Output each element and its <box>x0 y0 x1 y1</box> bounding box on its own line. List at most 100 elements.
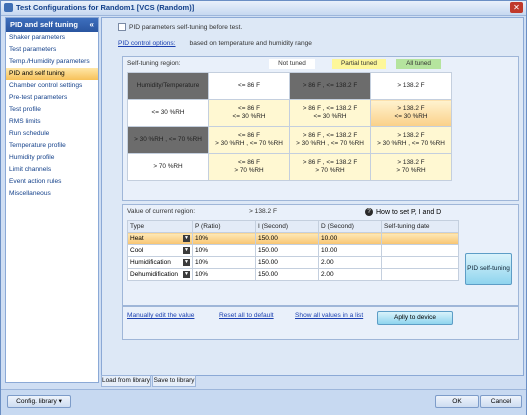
grid-cell[interactable]: <= 86 F <= 30 %RH <box>208 99 290 127</box>
date-cell <box>381 232 459 245</box>
sidebar-item-rms-limits[interactable]: RMS limits <box>6 116 98 128</box>
pid-control-options-link[interactable]: PID control options: <box>118 40 176 47</box>
grid-cell[interactable]: <= 86 F > 70 %RH <box>208 153 290 181</box>
chevron-down-icon: ▾ <box>58 398 62 405</box>
grid-cell-text: > 138.2 F <= 30 %RH <box>394 105 428 120</box>
grid-cell-text: > 86 F , <= 138.2 F > 30 %RH , <= 70 %RH <box>296 132 364 147</box>
grid-row-header: > 30 %RH , <= 70 %RH <box>127 126 209 154</box>
config-library-button[interactable]: Config. library ▾ <box>7 395 71 408</box>
pid-control-options-desc: based on temperature and humidity range <box>189 40 312 47</box>
table-row[interactable]: Dehumidification ▼ 10% 150.00 2.00 <box>127 268 459 281</box>
grid-cell-text: > 86 F , <= 138.2 F <= 30 %RH <box>302 105 358 120</box>
type-cell[interactable]: Humidification ▼ <box>127 256 193 269</box>
apply-to-device-button[interactable]: Aplly to device <box>377 311 453 325</box>
sidebar-item-chamber-control-settings[interactable]: Chamber control settings <box>6 80 98 92</box>
config-library-label: Config. library <box>16 398 57 405</box>
sidebar-item-miscellaneous[interactable]: Miscellaneous <box>6 188 98 200</box>
p-cell[interactable]: 10% <box>192 244 256 257</box>
how-to-set-pid-link[interactable]: ? How to set P, I and D <box>365 208 441 216</box>
legend-all-tuned: All tuned <box>396 59 441 69</box>
self-tuning-checkbox[interactable] <box>118 23 126 31</box>
grid-cell-selected[interactable]: > 138.2 F <= 30 %RH <box>370 99 452 127</box>
manual-edit-link[interactable]: Manually edit the value <box>127 312 194 319</box>
main-panel: PID parameters self-tuning before test. … <box>101 17 524 376</box>
type-cell[interactable]: Cool ▼ <box>127 244 193 257</box>
grid-col-header: <= 86 F <box>208 72 290 100</box>
load-from-library-button[interactable]: Load from library <box>101 375 151 387</box>
save-to-library-button[interactable]: Save to library <box>152 375 196 387</box>
d-cell[interactable]: 2.00 <box>318 268 382 281</box>
type-cell[interactable]: Dehumidification ▼ <box>127 268 193 281</box>
sidebar-item-run-schedule[interactable]: Run schedule <box>6 128 98 140</box>
date-cell <box>381 268 459 281</box>
sidebar-item-temp-humidity-parameters[interactable]: Temp./Humidity parameters <box>6 56 98 68</box>
self-tuning-checkbox-label: PID parameters self-tuning before test. <box>129 23 243 31</box>
region-grid: Humidity/Temperature <= 86 F > 86 F , <=… <box>127 72 452 181</box>
pid-control-options: PID control options: based on temperature… <box>118 40 312 47</box>
date-cell <box>381 256 459 269</box>
sidebar-item-pre-test-parameters[interactable]: Pre-test parameters <box>6 92 98 104</box>
grid-cell[interactable]: > 138.2 F > 70 %RH <box>370 153 452 181</box>
col-header-d: D (Second) <box>318 220 382 233</box>
current-region-panel: Value of current region: > 138.2 F ? How … <box>122 204 519 306</box>
sidebar-header-label: PID and self tuning <box>10 20 78 29</box>
dropdown-arrow-icon[interactable]: ▼ <box>183 235 190 242</box>
d-cell[interactable]: 10.00 <box>318 244 382 257</box>
i-cell[interactable]: 150.00 <box>255 268 319 281</box>
i-cell[interactable]: 150.00 <box>255 256 319 269</box>
sidebar-item-humidity-profile[interactable]: Humidity profile <box>6 152 98 164</box>
reset-default-link[interactable]: Reset all to default <box>219 312 274 319</box>
sidebar-item-temperature-profile[interactable]: Temperature profile <box>6 140 98 152</box>
grid-cell[interactable]: > 86 F , <= 138.2 F > 30 %RH , <= 70 %RH <box>289 126 371 154</box>
col-header-i: I (Second) <box>255 220 319 233</box>
sidebar-item-event-action-rules[interactable]: Event action rules <box>6 176 98 188</box>
i-cell[interactable]: 150.00 <box>255 232 319 245</box>
type-value: Cool <box>130 247 144 254</box>
collapse-icon[interactable]: « <box>90 18 94 32</box>
p-cell[interactable]: 10% <box>192 268 256 281</box>
grid-cell-text: > 86 F , <= 138.2 F > 70 %RH <box>302 159 358 174</box>
sidebar-item-test-profile[interactable]: Test profile <box>6 104 98 116</box>
col-header-date: Self-tuning date <box>381 220 459 233</box>
how-to-set-pid-label: How to set P, I and D <box>376 208 442 216</box>
sidebar: PID and self tuning « Shaker parameters … <box>5 17 99 383</box>
p-cell[interactable]: 10% <box>192 232 256 245</box>
d-cell[interactable]: 10.00 <box>318 232 382 245</box>
current-region-value: > 138.2 F <box>249 208 278 215</box>
sidebar-item-limit-channels[interactable]: Limit channels <box>6 164 98 176</box>
type-cell[interactable]: Heat ▼ <box>127 232 193 245</box>
self-tuning-checkbox-row[interactable]: PID parameters self-tuning before test. <box>118 23 242 31</box>
dropdown-arrow-icon[interactable]: ▼ <box>183 247 190 254</box>
show-all-values-link[interactable]: Show all values in a list <box>295 312 363 319</box>
bottom-bar: Config. library ▾ OK Cancel <box>1 389 526 415</box>
d-cell[interactable]: 2.00 <box>318 256 382 269</box>
action-panel: Manually edit the value Reset all to def… <box>122 306 519 340</box>
p-cell[interactable]: 10% <box>192 256 256 269</box>
legend-not-tuned: Not tuned <box>269 59 315 69</box>
pid-self-tuning-button[interactable]: PID self-tuning <box>465 253 512 285</box>
close-icon[interactable]: ✕ <box>510 2 523 13</box>
table-row[interactable]: Humidification ▼ 10% 150.00 2.00 <box>127 256 459 269</box>
grid-cell-text: <= 86 F > 30 %RH , <= 70 %RH <box>215 132 283 147</box>
table-row[interactable]: Cool ▼ 10% 150.00 10.00 <box>127 244 459 257</box>
col-header-type: Type <box>127 220 193 233</box>
dialog-window: Test Configurations for Random1 [VCS (Ra… <box>0 0 527 415</box>
cancel-button[interactable]: Cancel <box>480 395 522 408</box>
sidebar-item-shaker-parameters[interactable]: Shaker parameters <box>6 32 98 44</box>
title-bar: Test Configurations for Random1 [VCS (Ra… <box>1 1 526 16</box>
grid-cell[interactable]: > 138.2 F > 30 %RH , <= 70 %RH <box>370 126 452 154</box>
table-row[interactable]: Heat ▼ 10% 150.00 10.00 <box>127 232 459 245</box>
region-label: Self-tuning region: <box>127 60 181 67</box>
sidebar-item-test-parameters[interactable]: Test parameters <box>6 44 98 56</box>
sidebar-item-pid-self-tuning[interactable]: PID and self tuning <box>6 68 98 80</box>
type-value: Dehumidification <box>130 271 179 278</box>
dropdown-arrow-icon[interactable]: ▼ <box>183 271 190 278</box>
dropdown-arrow-icon[interactable]: ▼ <box>183 259 190 266</box>
grid-cell[interactable]: > 86 F , <= 138.2 F <= 30 %RH <box>289 99 371 127</box>
ok-button[interactable]: OK <box>435 395 479 408</box>
i-cell[interactable]: 150.00 <box>255 244 319 257</box>
grid-cell[interactable]: <= 86 F > 30 %RH , <= 70 %RH <box>208 126 290 154</box>
grid-cell[interactable]: > 86 F , <= 138.2 F > 70 %RH <box>289 153 371 181</box>
grid-row-header: <= 30 %RH <box>127 99 209 127</box>
current-region-label: Value of current region: <box>127 208 196 215</box>
